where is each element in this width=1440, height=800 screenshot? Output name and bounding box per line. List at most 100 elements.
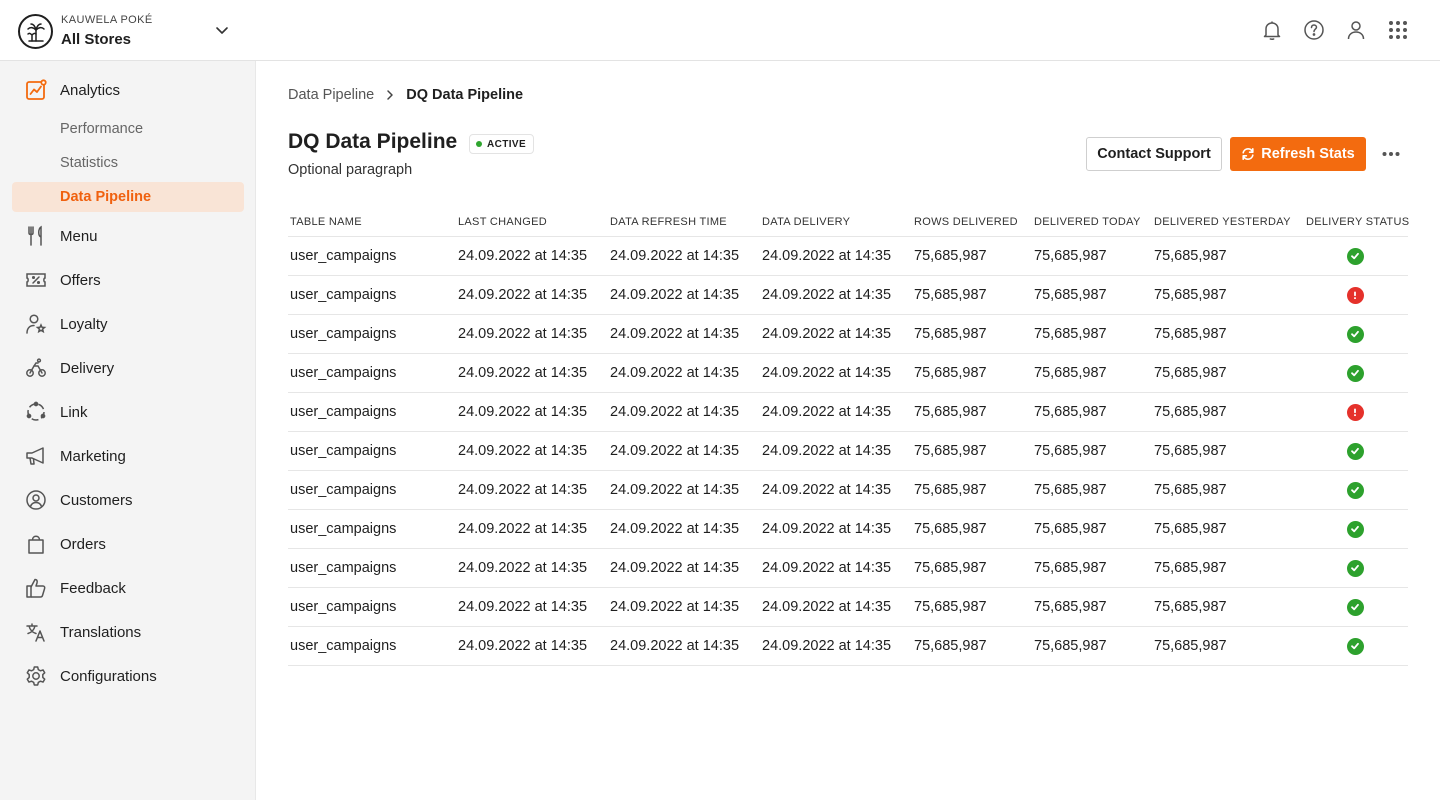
- help-icon[interactable]: [1300, 16, 1328, 44]
- check-circle-icon: [1346, 247, 1364, 265]
- cell-refresh-time: 24.09.2022 at 14:35: [610, 521, 740, 537]
- cell-delivered-today: 75,685,987: [1034, 521, 1107, 537]
- scooter-icon: [24, 356, 48, 380]
- cell-refresh-time: 24.09.2022 at 14:35: [610, 599, 740, 615]
- cell-refresh-time: 24.09.2022 at 14:35: [610, 638, 740, 654]
- check-circle-icon: [1346, 325, 1364, 343]
- main-content: Data Pipeline DQ Data Pipeline DQ Data P…: [256, 61, 1440, 800]
- sidebar-item-label: Link: [60, 403, 88, 421]
- cell-delivered-today: 75,685,987: [1034, 326, 1107, 342]
- sidebar-item-feedback[interactable]: Feedback: [12, 572, 244, 604]
- sidebar-subitem-statistics[interactable]: Statistics: [12, 148, 244, 178]
- cell-delivery-status: [1304, 442, 1408, 460]
- table-row[interactable]: user_campaigns 24.09.2022 at 14:35 24.09.2…: [288, 471, 1408, 510]
- cell-rows-delivered: 75,685,987: [914, 599, 987, 615]
- link-circle-icon: [24, 400, 48, 424]
- cell-last-changed: 24.09.2022 at 14:35: [458, 248, 588, 264]
- chevron-down-icon[interactable]: [212, 20, 232, 40]
- thumbs-up-icon: [24, 576, 48, 600]
- cell-data-delivery: 24.09.2022 at 14:35: [762, 560, 892, 576]
- cell-table-name: user_campaigns: [290, 365, 397, 381]
- column-header[interactable]: LAST CHANGED: [456, 216, 608, 228]
- sidebar-item-marketing[interactable]: Marketing: [12, 440, 244, 472]
- cell-rows-delivered: 75,685,987: [914, 326, 987, 342]
- sidebar-subitem-data-pipeline[interactable]: Data Pipeline: [12, 182, 244, 212]
- column-header[interactable]: DELIVERED TODAY: [1032, 216, 1152, 228]
- column-header[interactable]: DATA DELIVERY: [760, 216, 912, 228]
- cell-rows-delivered: 75,685,987: [914, 287, 987, 303]
- cell-rows-delivered: 75,685,987: [914, 482, 987, 498]
- table-row[interactable]: user_campaigns 24.09.2022 at 14:35 24.09.2…: [288, 237, 1408, 276]
- cell-data-delivery: 24.09.2022 at 14:35: [762, 287, 892, 303]
- cell-delivery-status: [1304, 598, 1408, 616]
- check-circle-icon: [1346, 442, 1364, 460]
- cell-delivered-yesterday: 75,685,987: [1154, 638, 1227, 654]
- sidebar-item-delivery[interactable]: Delivery: [12, 352, 244, 384]
- cell-refresh-time: 24.09.2022 at 14:35: [610, 560, 740, 576]
- column-header[interactable]: TABLE NAME: [288, 216, 456, 228]
- cell-delivered-yesterday: 75,685,987: [1154, 560, 1227, 576]
- column-header[interactable]: DELIVERED YESTERDAY: [1152, 216, 1304, 228]
- sidebar-subitem-label: Statistics: [60, 155, 119, 171]
- pipeline-table: TABLE NAME LAST CHANGED DATA REFRESH TIM…: [288, 207, 1409, 666]
- column-header[interactable]: ROWS DELIVERED: [912, 216, 1032, 228]
- cell-delivered-today: 75,685,987: [1034, 404, 1107, 420]
- sidebar-item-translations[interactable]: Translations: [12, 616, 244, 648]
- sidebar-item-offers[interactable]: Offers: [12, 264, 244, 296]
- sidebar-item-loyalty[interactable]: Loyalty: [12, 308, 244, 340]
- sidebar-item-label: Menu: [60, 227, 98, 245]
- column-header[interactable]: DELIVERY STATUS: [1304, 216, 1409, 228]
- sidebar-subitem-performance[interactable]: Performance: [12, 114, 244, 144]
- table-row[interactable]: user_campaigns 24.09.2022 at 14:35 24.09.2…: [288, 276, 1408, 315]
- cell-delivered-today: 75,685,987: [1034, 287, 1107, 303]
- column-header[interactable]: DATA REFRESH TIME: [608, 216, 760, 228]
- breadcrumb-parent-link[interactable]: Data Pipeline: [288, 87, 374, 103]
- page-title: DQ Data Pipeline: [288, 130, 458, 153]
- sidebar-item-customers[interactable]: Customers: [12, 484, 244, 516]
- cell-delivery-status: [1304, 481, 1408, 499]
- refresh-stats-button[interactable]: Refresh Stats: [1230, 137, 1366, 171]
- cell-rows-delivered: 75,685,987: [914, 521, 987, 537]
- page-subtitle: Optional paragraph: [288, 162, 413, 178]
- sidebar-item-menu[interactable]: Menu: [12, 220, 244, 252]
- table-row[interactable]: user_campaigns 24.09.2022 at 14:35 24.09.2…: [288, 588, 1408, 627]
- sidebar-item-orders[interactable]: Orders: [12, 528, 244, 560]
- contact-support-button[interactable]: Contact Support: [1086, 137, 1222, 171]
- cell-last-changed: 24.09.2022 at 14:35: [458, 404, 588, 420]
- apps-grid-icon[interactable]: [1384, 16, 1412, 44]
- user-icon[interactable]: [1342, 16, 1370, 44]
- bell-icon[interactable]: [1258, 16, 1286, 44]
- store-switcher[interactable]: KAUWELA POKÉ All Stores: [18, 13, 153, 50]
- sidebar-subitem-label: Performance: [60, 121, 144, 137]
- table-row[interactable]: user_campaigns 24.09.2022 at 14:35 24.09.2…: [288, 354, 1408, 393]
- store-name: All Stores: [61, 31, 132, 48]
- table-row[interactable]: user_campaigns 24.09.2022 at 14:35 24.09.2…: [288, 549, 1408, 588]
- cell-refresh-time: 24.09.2022 at 14:35: [610, 365, 740, 381]
- sidebar-item-label: Orders: [60, 535, 106, 553]
- cell-delivered-yesterday: 75,685,987: [1154, 287, 1227, 303]
- cell-delivered-today: 75,685,987: [1034, 365, 1107, 381]
- cell-delivery-status: [1304, 325, 1408, 343]
- sidebar-item-configurations[interactable]: Configurations: [12, 660, 244, 692]
- breadcrumb: Data Pipeline DQ Data Pipeline: [288, 87, 523, 103]
- sidebar-item-analytics[interactable]: Analytics: [12, 74, 244, 106]
- sidebar-item-label: Analytics: [60, 81, 121, 99]
- ticket-icon: [24, 268, 48, 292]
- cell-delivered-today: 75,685,987: [1034, 248, 1107, 264]
- table-row[interactable]: user_campaigns 24.09.2022 at 14:35 24.09.2…: [288, 432, 1408, 471]
- table-row[interactable]: user_campaigns 24.09.2022 at 14:35 24.09.2…: [288, 393, 1408, 432]
- cell-rows-delivered: 75,685,987: [914, 560, 987, 576]
- cell-delivery-status: [1304, 520, 1408, 538]
- table-row[interactable]: user_campaigns 24.09.2022 at 14:35 24.09.2…: [288, 627, 1408, 666]
- sidebar-item-link[interactable]: Link: [12, 396, 244, 428]
- user-star-icon: [24, 312, 48, 336]
- cell-delivered-today: 75,685,987: [1034, 638, 1107, 654]
- table-row[interactable]: user_campaigns 24.09.2022 at 14:35 24.09.2…: [288, 510, 1408, 549]
- gear-icon: [24, 664, 48, 688]
- cell-delivery-status: [1304, 637, 1408, 655]
- check-circle-icon: [1346, 559, 1364, 577]
- table-row[interactable]: user_campaigns 24.09.2022 at 14:35 24.09.2…: [288, 315, 1408, 354]
- more-options-icon[interactable]: [1378, 141, 1404, 167]
- cell-delivered-yesterday: 75,685,987: [1154, 482, 1227, 498]
- chevron-right-icon: [384, 89, 396, 101]
